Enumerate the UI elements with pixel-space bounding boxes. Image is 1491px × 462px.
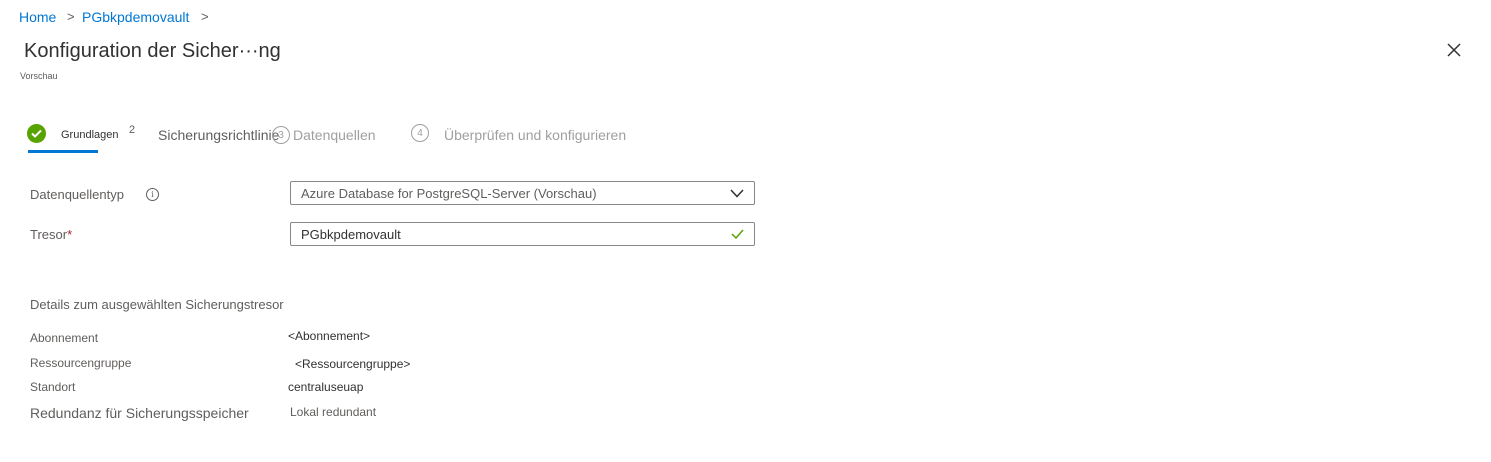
- datasource-type-label: Datenquellentyp: [30, 187, 124, 202]
- step-4-number: 4: [411, 124, 429, 142]
- detail-label-location: Standort: [30, 380, 76, 394]
- step-2-number: 2: [129, 124, 136, 136]
- datasource-type-value: Azure Database for PostgreSQL-Server (Vo…: [301, 185, 597, 201]
- detail-value-location: centraluseuap: [288, 380, 364, 394]
- detail-value-subscription: <Abonnement>: [288, 329, 371, 343]
- info-icon[interactable]: i: [146, 188, 159, 201]
- detail-label-redundancy: Redundanz für Sicherungsspeicher: [30, 405, 249, 421]
- chevron-down-icon: [730, 186, 744, 201]
- tab-sicherungsrichtlinie[interactable]: Sicherungsrichtlinie: [158, 127, 279, 143]
- detail-label-subscription: Abonnement: [30, 331, 99, 345]
- datasource-type-select[interactable]: Azure Database for PostgreSQL-Server (Vo…: [290, 181, 755, 205]
- step-3-number: 3: [272, 126, 290, 144]
- breadcrumb-separator: >: [67, 9, 75, 24]
- details-heading: Details zum ausgewählten Sicherungstreso…: [30, 297, 284, 312]
- page-title: Konfiguration der Sicher···ng: [24, 40, 281, 62]
- vault-value: PGbkpdemovault: [301, 226, 401, 242]
- required-marker: *: [67, 227, 73, 242]
- breadcrumb-home[interactable]: Home: [19, 9, 56, 25]
- detail-value-redundancy: Lokal redundant: [290, 405, 377, 419]
- tab-ueberpruefen[interactable]: Überprüfen und konfigurieren: [444, 127, 626, 143]
- tab-grundlagen[interactable]: [27, 124, 46, 143]
- checkmark-icon: [731, 227, 744, 242]
- breadcrumb-separator: >: [201, 9, 209, 24]
- tab-datenquellen[interactable]: Datenquellen: [293, 127, 376, 143]
- detail-label-resourcegroup: Ressourcengruppe: [30, 356, 132, 370]
- breadcrumb-vault[interactable]: PGbkpdemovault: [82, 9, 189, 25]
- detail-value-resourcegroup: <Ressourcengruppe>: [295, 357, 411, 371]
- close-icon[interactable]: [1446, 40, 1462, 62]
- active-tab-indicator: [28, 150, 98, 153]
- vault-label: Tresor*: [30, 227, 73, 242]
- checkmark-icon: [27, 124, 46, 143]
- page-subtitle: Vorschau: [20, 71, 58, 81]
- tab-grundlagen-label[interactable]: Grundlagen: [61, 129, 119, 141]
- vault-field[interactable]: PGbkpdemovault: [290, 222, 755, 246]
